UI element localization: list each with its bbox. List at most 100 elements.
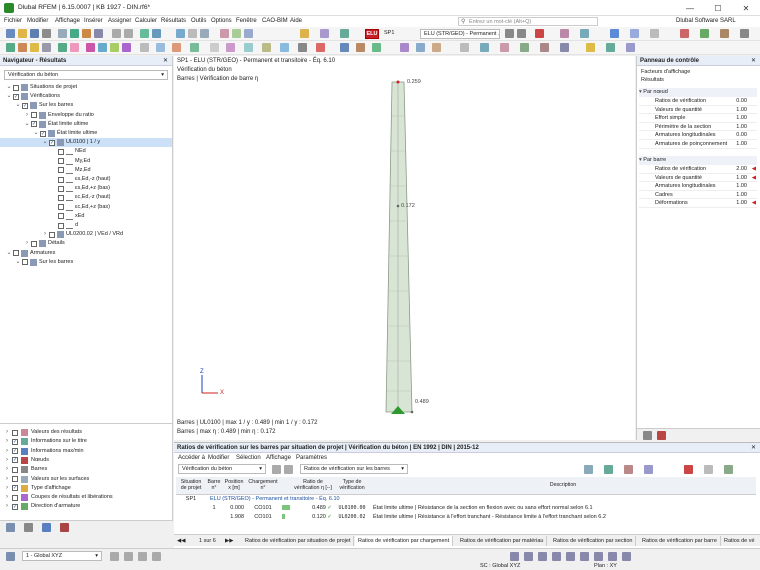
tree-item[interactable]: Mz,Ed: [0, 166, 172, 175]
control-row[interactable]: Armatures longitudinales 0.00: [639, 131, 757, 140]
maximize-button[interactable]: ☐: [704, 0, 732, 16]
tree-checkbox[interactable]: [13, 84, 19, 91]
lineweight-icon[interactable]: [594, 552, 603, 561]
columns-icon[interactable]: [704, 465, 713, 474]
control-row-value[interactable]: 1.00: [736, 199, 747, 208]
tree-checkbox[interactable]: ✓: [40, 130, 46, 137]
table-settings-icon[interactable]: [644, 465, 653, 474]
export-excel-icon[interactable]: [604, 465, 613, 474]
results-menu-affichage[interactable]: Affichage: [266, 455, 291, 461]
option-checkbox[interactable]: ✓: [12, 503, 18, 510]
option-checkbox[interactable]: [12, 429, 18, 436]
member-tool-icon[interactable]: [30, 43, 39, 52]
visibility-icon[interactable]: [460, 43, 469, 52]
control-row-value[interactable]: 1.00: [736, 140, 747, 149]
menu-options[interactable]: Options: [211, 18, 232, 24]
cloud-icon[interactable]: [630, 29, 639, 38]
results-module-select[interactable]: Vérification du béton ▾: [178, 464, 266, 474]
coord-system-select[interactable]: 1 - Global XYZ ▾: [22, 551, 102, 561]
tree-checkbox[interactable]: [31, 112, 37, 119]
scale-icon[interactable]: [643, 431, 652, 440]
copy-icon[interactable]: [110, 43, 119, 52]
tree-item[interactable]: ⌄ ✓ État limite ultime: [0, 129, 172, 138]
tree-checkbox[interactable]: [58, 194, 64, 201]
model-icon[interactable]: [58, 29, 67, 38]
col-ratio[interactable]: Ratio de vérification η [--]: [292, 477, 334, 494]
results-menu-selection[interactable]: Sélection: [236, 455, 261, 461]
chevron-icon[interactable]: ⌄: [6, 92, 12, 101]
render-icon[interactable]: [176, 29, 185, 38]
filter-icon[interactable]: [584, 465, 593, 474]
section-icon[interactable]: [220, 29, 229, 38]
control-row[interactable]: Armatures de poinçonnement 1.00: [639, 140, 757, 149]
coord-icon[interactable]: [6, 552, 15, 561]
load-icon[interactable]: [86, 43, 95, 52]
track-icon[interactable]: [580, 552, 589, 561]
tree-item[interactable]: εs,Ed,+z (bas): [0, 184, 172, 193]
first-page-icon[interactable]: ◀◀: [174, 536, 188, 546]
control-row-value[interactable]: 0.00: [736, 131, 747, 140]
view-x-icon[interactable]: [152, 29, 161, 38]
control-row-value[interactable]: 1.00: [736, 191, 747, 200]
tree-item[interactable]: ⌄ Sur les barres: [0, 258, 172, 267]
layers-icon[interactable]: [650, 29, 659, 38]
chevron-icon[interactable]: ›: [42, 230, 48, 239]
situation-row[interactable]: SP1 ELU (STR/GEO) - Permanent et transit…: [176, 494, 756, 503]
tree-checkbox[interactable]: [58, 176, 64, 183]
control-row-value[interactable]: 1.00: [736, 123, 747, 132]
model-space-icon[interactable]: [608, 552, 617, 561]
search-input[interactable]: ⚲ Entrez un mot-clé (Alt+Q): [458, 17, 598, 26]
prev-lc-icon[interactable]: [505, 29, 514, 38]
tree-item[interactable]: › Détails: [0, 239, 172, 248]
tree-checkbox[interactable]: [58, 167, 64, 174]
menu-aide[interactable]: Aide: [290, 18, 302, 24]
print-table-icon[interactable]: [624, 465, 633, 474]
prev-icon[interactable]: [272, 465, 281, 474]
solid-icon[interactable]: [200, 29, 209, 38]
search-table-icon[interactable]: [684, 465, 693, 474]
table-row[interactable]: 1 0.000 CO101 0.489 ✓ UL0100.00 État lim…: [176, 503, 756, 512]
tree-item[interactable]: d: [0, 221, 172, 230]
ortho-icon[interactable]: [538, 552, 547, 561]
chevron-icon[interactable]: ›: [4, 502, 10, 511]
menu-affichage[interactable]: Affichage: [55, 18, 80, 24]
view-top-icon[interactable]: [432, 43, 441, 52]
polar-icon[interactable]: [566, 552, 575, 561]
guide-icon[interactable]: [190, 43, 199, 52]
display-option-item[interactable]: › ✓ Type d'affichage: [0, 484, 172, 493]
menu-outils[interactable]: Outils: [191, 18, 206, 24]
display-option-item[interactable]: › Valeurs sur les surfaces: [0, 475, 172, 484]
eye-icon[interactable]: [124, 552, 133, 561]
tree-checkbox[interactable]: [31, 240, 37, 247]
transparency-icon[interactable]: [500, 43, 509, 52]
chevron-icon[interactable]: ›: [4, 428, 10, 437]
annotate-icon[interactable]: [300, 29, 309, 38]
control-row-value[interactable]: 1.00: [736, 106, 747, 115]
control-row-value[interactable]: 0.00: [736, 97, 747, 106]
hinge-icon[interactable]: [70, 43, 79, 52]
control-row[interactable]: Périmètre de la section 1.00: [639, 123, 757, 132]
osnap-icon[interactable]: [552, 552, 561, 561]
save-icon[interactable]: [30, 29, 39, 38]
option-checkbox[interactable]: ✓: [12, 457, 18, 464]
view-icon[interactable]: [110, 552, 119, 561]
report-icon[interactable]: [356, 43, 365, 52]
close-icon[interactable]: ✕: [163, 56, 168, 66]
move-icon[interactable]: [98, 43, 107, 52]
tree-checkbox[interactable]: [58, 222, 64, 229]
surface-tool-icon[interactable]: [42, 43, 51, 52]
tree-item[interactable]: ⌄ Armatures: [0, 249, 172, 258]
display-option-item[interactable]: › Barres: [0, 465, 172, 474]
option-checkbox[interactable]: [12, 476, 18, 482]
tree-checkbox[interactable]: [58, 185, 64, 192]
tree-item[interactable]: ⌄ Situations de projet: [0, 83, 172, 92]
shading-icon[interactable]: [540, 43, 549, 52]
wireframe-icon[interactable]: [188, 29, 197, 38]
results-icon[interactable]: [82, 29, 91, 38]
tree-item[interactable]: ⌄ ✓ UL0100 | 1 / y: [0, 138, 172, 148]
option-checkbox[interactable]: [12, 466, 18, 473]
navigator-module-select[interactable]: Vérification du béton ▾: [4, 70, 168, 80]
results-menu-parametres[interactable]: Paramètres: [296, 455, 327, 461]
top-node[interactable]: [396, 80, 400, 84]
chevron-icon[interactable]: ⌄: [33, 129, 39, 138]
